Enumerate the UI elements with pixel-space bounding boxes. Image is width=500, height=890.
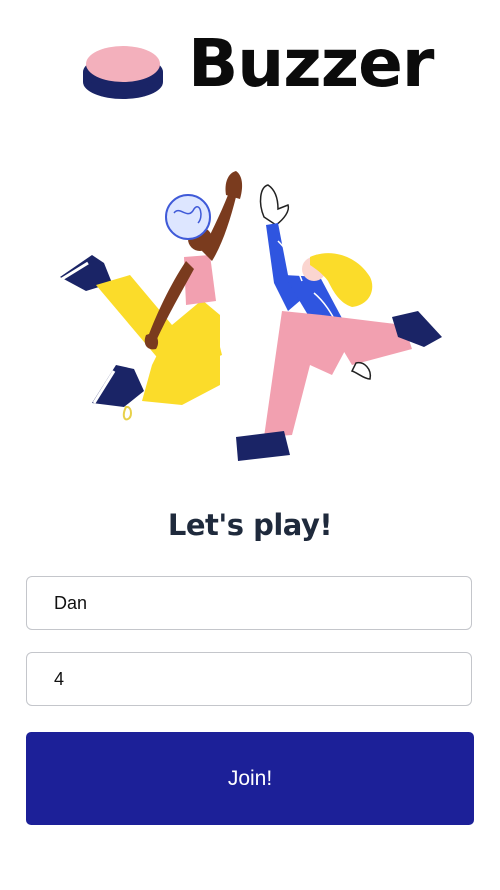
high-five-illustration [60, 171, 442, 461]
room-number-input[interactable] [26, 652, 472, 706]
left-character [60, 171, 243, 421]
app-title: Buzzer [188, 25, 434, 102]
join-button[interactable]: Join! [26, 732, 474, 825]
app-header: Buzzer [0, 25, 500, 108]
buzzer-logo-icon [83, 46, 163, 99]
page-heading: Let's play! [167, 508, 333, 542]
player-name-input[interactable] [26, 576, 472, 630]
right-character [236, 184, 442, 461]
